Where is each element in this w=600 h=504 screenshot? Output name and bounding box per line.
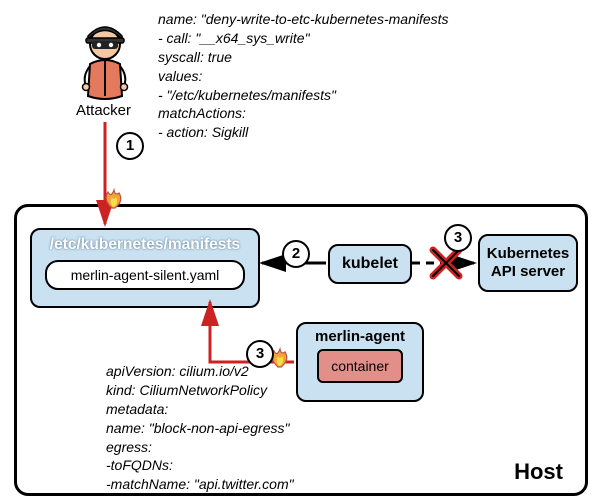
callout-3b: 3 [246,340,274,368]
api-server-box: Kubernetes API server [478,234,578,292]
manifests-dir-box: /etc/kubernetes/manifests merlin-agent-s… [30,228,260,308]
callout-2: 2 [282,240,310,268]
attacker-icon [80,24,130,100]
policy1-line: - action: Sigkill [158,123,449,142]
merlin-title: merlin-agent [298,328,422,345]
policy2-line: name: "block-non-api-egress" [106,419,294,438]
policy2-line: egress: [106,438,294,457]
policy2-line: kind: CiliumNetworkPolicy [106,381,294,400]
policy1-line: - "/etc/kubernetes/manifests" [158,86,449,105]
policy2-line: -matchName: "api.twitter.com" [106,475,294,494]
manifests-path: /etc/kubernetes/manifests [32,236,258,254]
container-box: container [317,349,403,383]
policy2-line: metadata: [106,400,294,419]
merlin-agent-box: merlin-agent container [296,322,424,402]
api-server-label: Kubernetes API server [480,245,576,281]
manifest-file: merlin-agent-silent.yaml [45,260,245,290]
policy2-line: -toFQDNs: [106,456,294,475]
policy1-line: name: "deny-write-to-etc-kubernetes-mani… [158,10,449,29]
kubelet-box: kubelet [328,244,412,284]
callout-1: 1 [116,132,144,160]
host-label: Host [514,459,563,485]
callout-3a: 3 [444,224,472,252]
attacker-label: Attacker [76,102,131,119]
tracing-policy-snippet: name: "deny-write-to-etc-kubernetes-mani… [158,10,449,142]
policy1-line: matchActions: [158,104,449,123]
policy1-line: values: [158,67,449,86]
network-policy-snippet: apiVersion: cilium.io/v2 kind: CiliumNet… [106,362,294,494]
policy1-line: syscall: true [158,48,449,67]
policy1-line: - call: "__x64_sys_write" [158,29,449,48]
